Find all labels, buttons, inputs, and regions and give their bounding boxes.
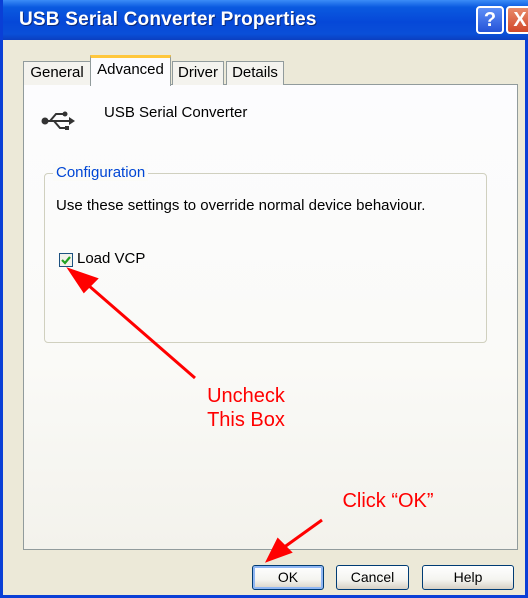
uncheck-annotation-line1: Uncheck (207, 385, 285, 407)
tab-general[interactable]: General (23, 61, 91, 85)
help-button[interactable]: Help (422, 565, 514, 590)
uncheck-annotation: Uncheck This Box (186, 384, 306, 432)
close-button[interactable]: X (506, 6, 528, 34)
checkmark-icon (61, 256, 71, 265)
window-title: USB Serial Converter Properties (19, 9, 317, 30)
configuration-description: Use these settings to override normal de… (56, 197, 426, 214)
usb-icon (41, 111, 75, 130)
tab-driver[interactable]: Driver (172, 61, 224, 85)
title-bar[interactable]: USB Serial Converter Properties ? X (3, 0, 528, 40)
uncheck-annotation-line2: This Box (207, 409, 285, 431)
tab-details[interactable]: Details (226, 61, 284, 85)
tab-advanced[interactable]: Advanced (90, 55, 171, 86)
configuration-legend: Configuration (53, 164, 149, 181)
load-vcp-label[interactable]: Load VCP (77, 250, 145, 267)
ok-button[interactable]: OK (252, 565, 324, 590)
load-vcp-checkbox[interactable] (59, 253, 73, 267)
help-title-button[interactable]: ? (476, 6, 504, 34)
device-name: USB Serial Converter (104, 104, 248, 121)
click-ok-annotation: Click “OK” (342, 490, 434, 512)
cancel-button[interactable]: Cancel (336, 565, 409, 590)
